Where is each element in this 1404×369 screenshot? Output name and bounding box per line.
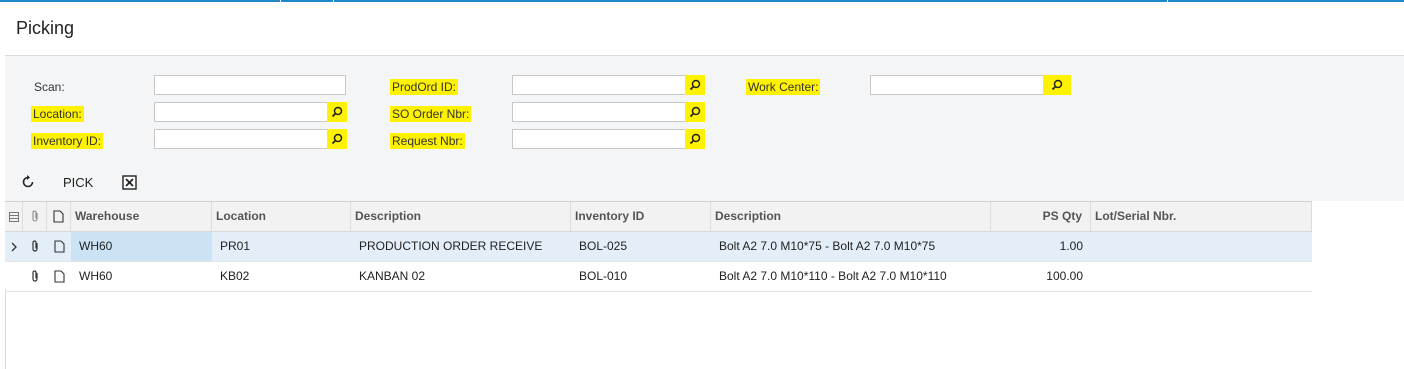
prodord-id-lookup-button[interactable]	[685, 75, 705, 95]
cell-warehouse[interactable]: WH60	[71, 232, 212, 261]
location-field[interactable]	[154, 102, 346, 122]
table-row[interactable]: WH60 KB02 KANBAN 02 BOL-010 Bolt A2 7.0 …	[5, 262, 1312, 292]
excel-export-icon	[122, 175, 137, 190]
attachment-header-icon	[23, 202, 47, 231]
cell-location[interactable]: PR01	[212, 232, 351, 261]
grid-header-row: Warehouse Location Description Inventory…	[5, 202, 1312, 232]
top-bar-divider	[280, 0, 281, 2]
picking-grid: Warehouse Location Description Inventory…	[5, 201, 1312, 292]
scan-field[interactable]	[154, 75, 346, 95]
scan-label: Scan:	[34, 80, 65, 94]
attachment-icon[interactable]	[23, 232, 47, 261]
top-accent-bar	[0, 0, 1404, 2]
column-header-item-description[interactable]: Description	[711, 202, 991, 231]
export-excel-button[interactable]	[122, 175, 138, 191]
pick-button[interactable]: PICK	[63, 175, 93, 190]
cell-description[interactable]: PRODUCTION ORDER RECEIVE	[351, 232, 571, 261]
cell-inventory-id[interactable]: BOL-025	[571, 232, 711, 261]
search-icon	[331, 106, 343, 118]
inventory-id-input[interactable]	[155, 130, 345, 148]
page-title: Picking	[16, 18, 75, 38]
cell-location[interactable]: KB02	[212, 262, 351, 291]
search-icon	[331, 133, 343, 145]
work-center-input[interactable]	[871, 76, 1061, 94]
search-icon	[1051, 79, 1063, 91]
cell-inventory-id[interactable]: BOL-010	[571, 262, 711, 291]
cell-lot-serial[interactable]	[1091, 262, 1312, 291]
prodord-id-label: ProdOrd ID:	[390, 79, 459, 95]
prodord-id-field[interactable]	[512, 75, 704, 95]
location-label: Location:	[31, 106, 84, 122]
cell-description[interactable]: KANBAN 02	[351, 262, 571, 291]
column-header-warehouse[interactable]: Warehouse	[71, 202, 212, 231]
note-header-icon	[47, 202, 71, 231]
cell-ps-qty[interactable]: 100.00	[991, 262, 1091, 291]
prodord-id-input[interactable]	[513, 76, 703, 94]
so-order-nbr-input[interactable]	[513, 103, 703, 121]
work-center-lookup-button[interactable]	[1043, 75, 1071, 95]
refresh-button[interactable]	[20, 174, 38, 192]
so-order-nbr-label: SO Order Nbr:	[390, 106, 472, 122]
search-icon	[689, 133, 701, 145]
location-input[interactable]	[155, 103, 345, 121]
so-order-nbr-field[interactable]	[512, 102, 704, 122]
scan-input[interactable]	[155, 76, 345, 94]
top-bar-divider	[1167, 0, 1168, 2]
cell-item-description[interactable]: Bolt A2 7.0 M10*75 - Bolt A2 7.0 M10*75	[711, 232, 991, 261]
inventory-id-label: Inventory ID:	[31, 133, 104, 149]
request-nbr-field[interactable]	[512, 129, 704, 149]
location-lookup-button[interactable]	[327, 102, 347, 122]
column-header-location[interactable]: Location	[212, 202, 351, 231]
request-nbr-input[interactable]	[513, 130, 703, 148]
cell-lot-serial[interactable]	[1091, 232, 1312, 261]
note-icon[interactable]	[47, 232, 71, 261]
refresh-icon	[22, 175, 34, 188]
search-icon	[689, 79, 701, 91]
cell-warehouse[interactable]: WH60	[71, 262, 212, 291]
column-header-inventory-id[interactable]: Inventory ID	[571, 202, 711, 231]
attachment-icon[interactable]	[23, 262, 47, 291]
column-header-lot-serial[interactable]: Lot/Serial Nbr.	[1091, 202, 1312, 231]
grid-left-border	[5, 289, 6, 369]
row-selector[interactable]	[5, 262, 23, 291]
search-icon	[689, 106, 701, 118]
row-settings-icon[interactable]	[5, 202, 23, 231]
column-header-ps-qty[interactable]: PS Qty	[991, 202, 1091, 231]
note-icon[interactable]	[47, 262, 71, 291]
inventory-id-lookup-button[interactable]	[327, 129, 347, 149]
table-row[interactable]: WH60 PR01 PRODUCTION ORDER RECEIVE BOL-0…	[5, 232, 1312, 262]
column-header-description[interactable]: Description	[351, 202, 571, 231]
cell-ps-qty[interactable]: 1.00	[991, 232, 1091, 261]
inventory-id-field[interactable]	[154, 129, 346, 149]
top-bar-divider	[333, 0, 334, 2]
row-selector-chevron-icon[interactable]	[5, 232, 23, 261]
cell-item-description[interactable]: Bolt A2 7.0 M10*110 - Bolt A2 7.0 M10*11…	[711, 262, 991, 291]
request-nbr-lookup-button[interactable]	[685, 129, 705, 149]
work-center-label: Work Center:	[746, 79, 821, 95]
work-center-field[interactable]	[870, 75, 1062, 95]
request-nbr-label: Request Nbr:	[390, 133, 465, 149]
so-order-nbr-lookup-button[interactable]	[685, 102, 705, 122]
